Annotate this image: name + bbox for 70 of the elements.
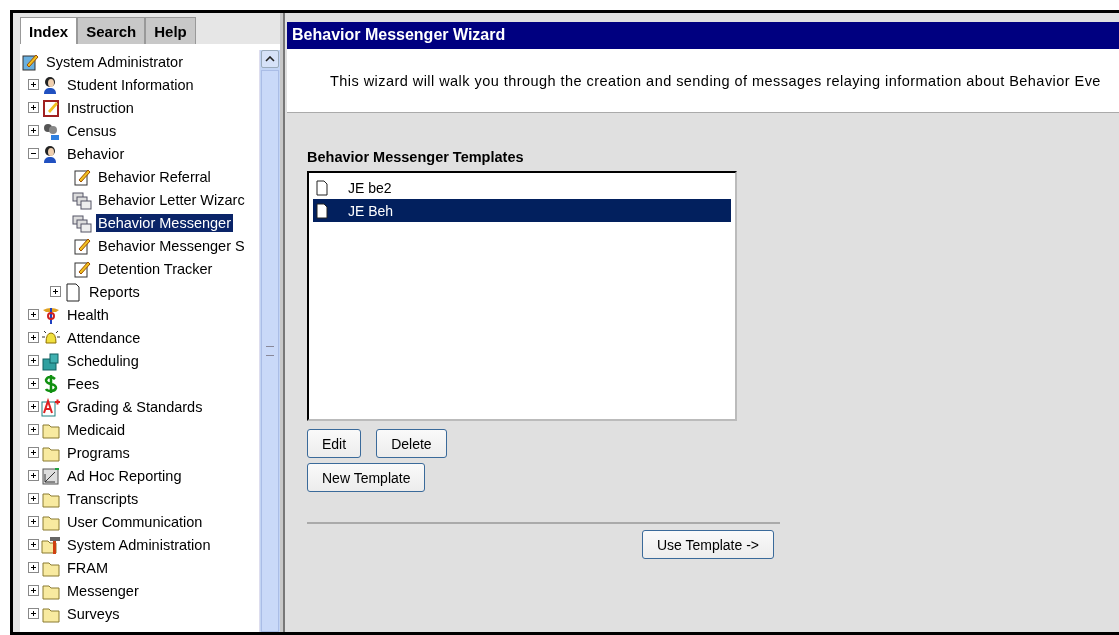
sidebar-tab[interactable]: Search xyxy=(77,17,146,44)
tree-item[interactable]: Ad Hoc Reporting xyxy=(65,466,184,485)
list-action-button[interactable]: Edit xyxy=(307,429,362,458)
expand-icon[interactable] xyxy=(28,125,39,136)
tree-item[interactable]: Messenger xyxy=(65,581,141,600)
notebook-icon xyxy=(41,97,61,118)
expand-icon[interactable] xyxy=(28,424,39,435)
expand-icon[interactable] xyxy=(28,332,39,343)
sidebar-tab[interactable]: Index xyxy=(20,17,78,44)
tree-item[interactable]: Medicaid xyxy=(65,420,128,439)
tree-item[interactable]: Detention Tracker xyxy=(96,259,215,278)
tree-item[interactable]: Surveys xyxy=(65,604,122,623)
scrollbar[interactable] xyxy=(259,50,280,632)
tree-item[interactable]: Health xyxy=(65,305,111,324)
expand-icon[interactable] xyxy=(50,286,61,297)
building-icon xyxy=(41,350,61,371)
windows-icon xyxy=(72,212,92,233)
use-template-button[interactable]: Use Template -> xyxy=(641,530,774,559)
expand-icon[interactable] xyxy=(28,608,39,619)
templates-label: Behavior Messenger Templates xyxy=(307,149,525,165)
tree-item[interactable]: System Administration xyxy=(65,535,213,554)
chart-icon xyxy=(41,465,61,486)
list-action-button[interactable]: Delete xyxy=(376,429,447,458)
expand-icon[interactable] xyxy=(28,355,39,366)
tree-item[interactable]: Grading & Standards xyxy=(65,397,205,416)
templates-list[interactable]: JE be2 JE Beh xyxy=(307,171,737,421)
document-icon xyxy=(316,202,328,219)
tree-item[interactable]: Census xyxy=(65,121,119,140)
expand-icon[interactable] xyxy=(28,401,39,412)
expand-icon[interactable] xyxy=(28,562,39,573)
tree-item[interactable]: Behavior Messenger S xyxy=(96,236,247,255)
expand-icon[interactable] xyxy=(28,493,39,504)
expand-icon[interactable] xyxy=(28,539,39,550)
grade-icon xyxy=(41,396,61,417)
wizard-title: Behavior Messenger Wizard xyxy=(287,22,1119,49)
scroll-thumb[interactable] xyxy=(261,70,279,632)
expand-icon[interactable] xyxy=(28,470,39,481)
expand-icon[interactable] xyxy=(28,447,39,458)
tree-item[interactable]: System Administrator xyxy=(44,52,185,71)
tree-item[interactable]: Behavior xyxy=(65,144,127,163)
tree-item[interactable]: Scheduling xyxy=(65,351,141,370)
wizard-description: This wizard will walk you through the creation and sending of messages relaying information about Behavior Eve xyxy=(330,72,1101,89)
expand-icon[interactable] xyxy=(28,585,39,596)
tree-item[interactable]: FRAM xyxy=(65,558,111,577)
tree-item[interactable]: Behavior Messenger xyxy=(96,213,233,232)
collapse-icon[interactable] xyxy=(28,148,39,159)
sidebar-tab[interactable]: Help xyxy=(145,17,196,44)
tree-item[interactable]: Transcripts xyxy=(65,489,141,508)
tree-item[interactable]: Student Information xyxy=(65,75,196,94)
expand-icon[interactable] xyxy=(28,516,39,527)
template-item[interactable]: JE Beh xyxy=(313,199,731,222)
expand-icon[interactable] xyxy=(28,102,39,113)
scroll-up-icon[interactable] xyxy=(261,50,279,68)
tree-item[interactable]: Fees xyxy=(65,374,102,393)
tree-item[interactable]: Behavior Referral xyxy=(96,167,213,186)
tree-item[interactable]: Instruction xyxy=(65,98,136,117)
template-item[interactable]: JE be2 xyxy=(313,176,731,199)
expand-icon[interactable] xyxy=(28,378,39,389)
windows-icon xyxy=(72,189,92,210)
tree-item[interactable]: Programs xyxy=(65,443,132,462)
page-icon xyxy=(63,281,83,302)
tree-item[interactable]: Attendance xyxy=(65,328,143,347)
new-template-button[interactable]: New Template xyxy=(307,463,426,492)
hammer-icon xyxy=(41,534,61,555)
expand-icon[interactable] xyxy=(28,309,39,320)
expand-icon[interactable] xyxy=(28,79,39,90)
tree-item[interactable]: User Communication xyxy=(65,512,205,531)
tree-item[interactable]: Behavior Letter Wizarc xyxy=(96,190,247,209)
document-icon xyxy=(316,179,328,196)
tree-item[interactable]: Reports xyxy=(87,282,142,301)
